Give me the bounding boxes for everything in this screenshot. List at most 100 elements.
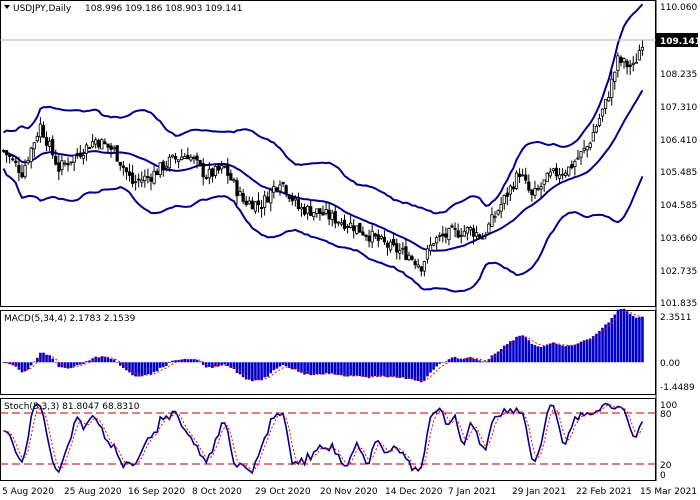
candle-body (539, 186, 543, 190)
price-panel[interactable] (0, 0, 656, 307)
macd-bar (337, 362, 340, 376)
candle-body (610, 78, 614, 98)
candle-body (484, 234, 488, 237)
symbol-timeframe: USDJPY,Daily (13, 4, 72, 14)
candle-body (582, 147, 586, 151)
candle-body (183, 156, 187, 159)
stoch-title: Stoch(5,3,3) 81.8047 68.8310 (4, 402, 140, 412)
candle-body (232, 179, 236, 182)
trading-chart[interactable]: USDJPY,Daily 108.996 109.186 108.903 109… (0, 0, 700, 500)
candle-body (570, 164, 574, 169)
candle-body (352, 225, 356, 232)
macd-bar (223, 362, 227, 365)
macd-bar (36, 357, 39, 363)
macd-bar (238, 362, 242, 375)
candle-body (514, 172, 519, 189)
macd-bar (604, 324, 607, 363)
macd-bar (549, 343, 552, 363)
macd-bar (631, 315, 635, 363)
date-label: 8 Oct 2020 (192, 487, 242, 497)
macd-bar (260, 362, 263, 381)
macd-y-axis: 2.3511 0.00 -1.4489 (660, 313, 695, 393)
macd-bar (306, 362, 309, 374)
macd-bar (32, 361, 36, 363)
macd-bar (401, 362, 405, 378)
macd-bar (229, 362, 233, 368)
candle-body (625, 60, 629, 68)
macd-bar (128, 362, 131, 373)
macd-bar (619, 309, 623, 363)
macd-bar (272, 362, 276, 371)
macd-bar (441, 362, 445, 363)
candle-body (345, 225, 350, 228)
candle-body (468, 227, 473, 231)
candle-body (51, 138, 55, 156)
macd-bar (395, 362, 399, 378)
price-tick: 101.835 (660, 299, 697, 309)
candle-body (35, 136, 39, 142)
candle-body (533, 187, 537, 196)
candle-body (192, 156, 196, 159)
candle-body (173, 156, 178, 160)
candle-body (364, 234, 368, 237)
macd-bar (346, 362, 349, 377)
candle-body (155, 170, 159, 176)
candle-body (44, 137, 49, 146)
macd-bar (641, 316, 644, 363)
macd-bar (552, 342, 555, 363)
candle-body (72, 155, 76, 163)
candle-body (269, 189, 273, 204)
macd-bar (217, 362, 220, 367)
macd-bar (407, 362, 411, 379)
date-label: 15 Mar 2021 (640, 487, 697, 497)
macd-bar (576, 343, 580, 363)
candle-body (130, 172, 135, 184)
candle-body (250, 200, 254, 210)
candle-body (57, 162, 61, 172)
macd-bar (324, 362, 328, 373)
macd-bar (275, 362, 279, 369)
macd-bar (66, 362, 70, 369)
macd-bar (432, 362, 435, 370)
candle-body (293, 197, 297, 201)
macd-bar (63, 362, 67, 368)
candle-body (167, 156, 172, 169)
macd-bar (85, 361, 88, 363)
candle-body (81, 154, 86, 159)
candle-body (607, 97, 611, 102)
macd-bar (555, 343, 558, 363)
candle-body (158, 162, 162, 176)
candle-body (367, 235, 371, 242)
candle-body (336, 221, 340, 224)
macd-bar (502, 345, 506, 363)
candle-body (392, 238, 396, 246)
macd-bar (370, 362, 374, 377)
macd-bar (269, 362, 273, 374)
candle-body (496, 210, 500, 215)
candle-body (573, 161, 577, 167)
candle-body (361, 231, 365, 236)
candle-body (604, 99, 608, 109)
macd-bar (376, 362, 380, 377)
candle-body (170, 154, 175, 158)
macd-bar (54, 362, 58, 363)
macd-bar (542, 346, 546, 363)
candle-body (441, 233, 445, 237)
macd-bar (48, 355, 51, 363)
macd-bar (625, 311, 629, 363)
macd-bar (570, 345, 574, 363)
macd-bar (109, 358, 113, 363)
macd-bar (484, 361, 488, 363)
candle-body (149, 177, 153, 182)
macd-bar (435, 362, 438, 367)
macd-tick: 0.00 (660, 359, 680, 369)
candle-body (508, 185, 512, 195)
candle-body (106, 143, 110, 148)
macd-bar (493, 353, 497, 363)
macd-bar (429, 362, 432, 373)
candle-body (112, 147, 116, 150)
candle-body (186, 154, 190, 160)
candle-body (456, 230, 460, 238)
macd-bar (79, 362, 82, 365)
candle-body (306, 205, 310, 214)
